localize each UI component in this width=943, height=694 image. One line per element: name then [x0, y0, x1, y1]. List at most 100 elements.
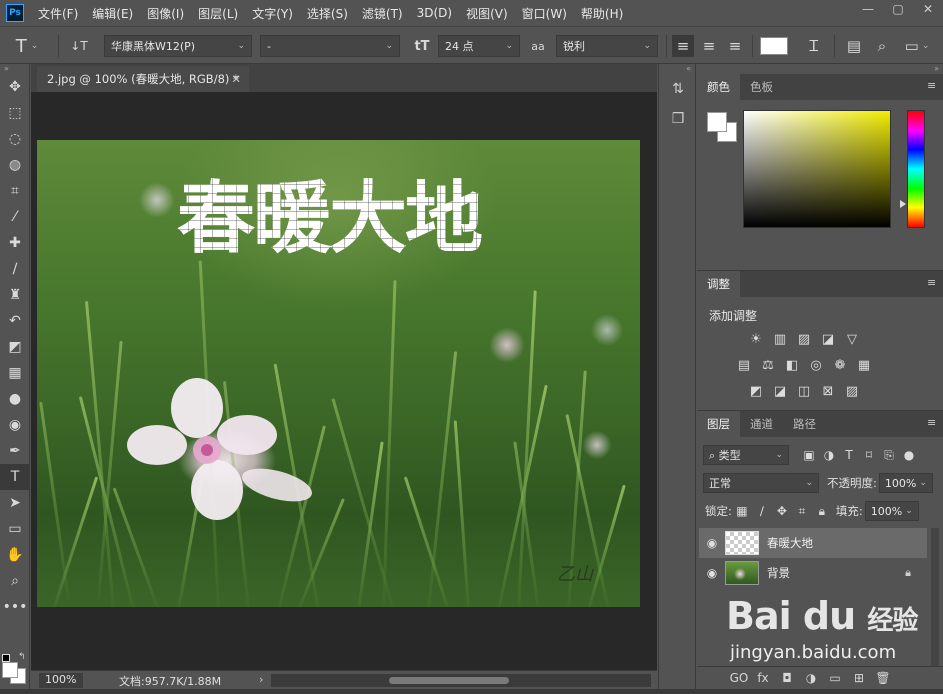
pen-tool-icon[interactable]: ✒ — [0, 438, 30, 464]
swap-colors-icon[interactable]: ↰ — [18, 652, 26, 662]
hue-slider-marker-icon[interactable] — [900, 200, 906, 208]
levels-icon[interactable]: ▥ — [769, 329, 791, 349]
stamp-tool-icon[interactable]: ♜ — [0, 282, 30, 308]
anti-alias-select[interactable]: 锐利 ⌄ — [556, 35, 658, 57]
hand-tool-icon[interactable]: ✋ — [0, 542, 30, 568]
quick-select-tool-icon[interactable]: ◍ — [0, 152, 30, 178]
foreground-color-swatch[interactable] — [2, 662, 18, 678]
menu-filter[interactable]: 滤镜(T) — [362, 5, 403, 22]
panel-menu-icon[interactable]: ≡ — [927, 80, 937, 91]
fill-field[interactable]: 100% ⌄ — [864, 501, 919, 521]
text-color-swatch[interactable] — [760, 37, 788, 55]
layer-filter-select[interactable]: ⌕ 类型 ⌄ — [703, 445, 789, 465]
gradient-tool-icon[interactable]: ▦ — [0, 360, 30, 386]
color-picker-field[interactable] — [743, 110, 891, 228]
text-orientation-icon[interactable]: ↓T — [66, 35, 92, 57]
curves-icon[interactable]: ▨ — [793, 329, 815, 349]
filter-smart-object-icon[interactable]: ⎘ — [879, 445, 899, 465]
horizontal-scrollbar[interactable] — [271, 674, 651, 687]
tab-paths[interactable]: 路径 — [783, 411, 826, 437]
menu-type[interactable]: 文字(Y) — [252, 5, 293, 22]
image-canvas[interactable]: 春暖大地 乙山 — [37, 140, 640, 607]
selective-color-icon[interactable]: ⊠ — [817, 381, 839, 401]
lock-all-icon[interactable]: 🔒︎ — [812, 501, 832, 521]
layer-style-icon[interactable]: fx — [751, 671, 775, 685]
blur-tool-icon[interactable]: ● — [0, 386, 30, 412]
foreground-color-chip[interactable] — [707, 112, 727, 132]
path-select-tool-icon[interactable]: ➤ — [0, 490, 30, 516]
hue-saturation-icon[interactable]: ▤ — [733, 355, 755, 375]
align-center-icon[interactable]: ≡ — [698, 35, 720, 57]
new-layer-icon[interactable]: ⊞ — [847, 671, 871, 685]
tab-adjustments[interactable]: 调整 — [697, 271, 740, 297]
vibrance-icon[interactable]: ▽ — [841, 329, 863, 349]
tab-swatches[interactable]: 色板 — [740, 74, 783, 100]
default-colors-icon[interactable] — [2, 654, 10, 662]
menu-help[interactable]: 帮助(H) — [581, 5, 623, 22]
menu-image[interactable]: 图像(I) — [147, 5, 184, 22]
lock-transparent-icon[interactable]: ▦ — [732, 501, 752, 521]
move-tool-icon[interactable]: ✥ — [0, 74, 30, 100]
more-tools-icon[interactable]: ••• — [0, 594, 30, 620]
menu-select[interactable]: 选择(S) — [307, 5, 348, 22]
zoom-tool-icon[interactable]: ⌕ — [0, 568, 30, 594]
opacity-field[interactable]: 100% ⌄ — [878, 473, 933, 493]
visibility-eye-icon[interactable]: ◉ — [699, 566, 725, 580]
delete-layer-icon[interactable]: 🗑 — [871, 671, 895, 685]
panel-menu-icon[interactable]: ≡ — [927, 417, 937, 428]
brightness-contrast-icon[interactable]: ☀ — [745, 329, 767, 349]
crop-tool-icon[interactable]: ⌗ — [0, 178, 30, 204]
font-family-select[interactable]: 华康黑体W12(P) ⌄ — [104, 35, 252, 57]
character-panel-icon[interactable]: ▤ — [842, 35, 866, 57]
eyedropper-tool-icon[interactable]: ⁄ — [0, 204, 30, 230]
menu-file[interactable]: 文件(F) — [38, 5, 78, 22]
warp-text-icon[interactable]: Ꮖ — [802, 35, 826, 57]
color-swatches[interactable]: ↰ — [2, 652, 28, 686]
menu-3d[interactable]: 3D(D) — [417, 6, 452, 20]
align-right-icon[interactable]: ≡ — [724, 35, 746, 57]
visibility-eye-icon[interactable]: ◉ — [699, 536, 725, 550]
minimize-button[interactable]: — — [853, 0, 883, 18]
channel-mixer-icon[interactable]: ❁ — [829, 355, 851, 375]
font-style-select[interactable]: - ⌄ — [260, 35, 400, 57]
close-tab-icon[interactable]: ✕ — [231, 72, 241, 86]
history-panel-icon[interactable]: ⇅ — [659, 74, 697, 104]
expand-panels-icon[interactable]: « — [659, 64, 695, 74]
status-menu-arrow-icon[interactable]: › — [259, 673, 263, 686]
tab-layers[interactable]: 图层 — [697, 411, 740, 437]
menu-view[interactable]: 视图(V) — [466, 5, 508, 22]
lock-position-icon[interactable]: ✥ — [772, 501, 792, 521]
eraser-tool-icon[interactable]: ◩ — [0, 334, 30, 360]
collapse-panels-icon[interactable]: » — [697, 64, 943, 74]
hue-slider[interactable] — [907, 110, 925, 228]
type-tool-icon[interactable]: T — [0, 464, 30, 490]
gradient-map-icon[interactable]: ▨ — [841, 381, 863, 401]
new-group-icon[interactable]: ▭ — [823, 671, 847, 685]
menu-window[interactable]: 窗口(W) — [522, 5, 567, 22]
3d-panel-icon[interactable]: ❒ — [659, 104, 697, 134]
tab-channels[interactable]: 通道 — [740, 411, 783, 437]
filter-toggle-icon[interactable]: ● — [899, 445, 919, 465]
tab-color[interactable]: 颜色 — [697, 74, 740, 100]
panel-menu-icon[interactable]: ≡ — [927, 277, 937, 288]
dodge-tool-icon[interactable]: ◉ — [0, 412, 30, 438]
history-brush-tool-icon[interactable]: ↶ — [0, 308, 30, 334]
search-icon[interactable]: ⌕ — [870, 35, 894, 57]
headline-text-layer[interactable]: 春暖大地 — [177, 156, 577, 256]
menu-layer[interactable]: 图层(L) — [198, 5, 238, 22]
maximize-button[interactable]: ▢ — [883, 0, 913, 18]
layer-mask-icon[interactable]: ◘ — [775, 671, 799, 685]
filter-adjustment-icon[interactable]: ◑ — [819, 445, 839, 465]
lasso-tool-icon[interactable]: ◌ — [0, 126, 30, 152]
filter-pixel-icon[interactable]: ▣ — [799, 445, 819, 465]
color-balance-icon[interactable]: ⚖ — [757, 355, 779, 375]
layer-row-text[interactable]: ◉ 春暖大地 — [699, 528, 927, 558]
black-white-icon[interactable]: ◧ — [781, 355, 803, 375]
link-layers-icon[interactable]: GO — [727, 671, 751, 685]
photo-filter-icon[interactable]: ◎ — [805, 355, 827, 375]
posterize-icon[interactable]: ◪ — [769, 381, 791, 401]
threshold-icon[interactable]: ◫ — [793, 381, 815, 401]
type-tool-preset-icon[interactable]: T ⌄ — [12, 35, 42, 57]
align-left-icon[interactable]: ≡ — [672, 35, 694, 57]
zoom-level-field[interactable]: 100% — [39, 673, 83, 688]
